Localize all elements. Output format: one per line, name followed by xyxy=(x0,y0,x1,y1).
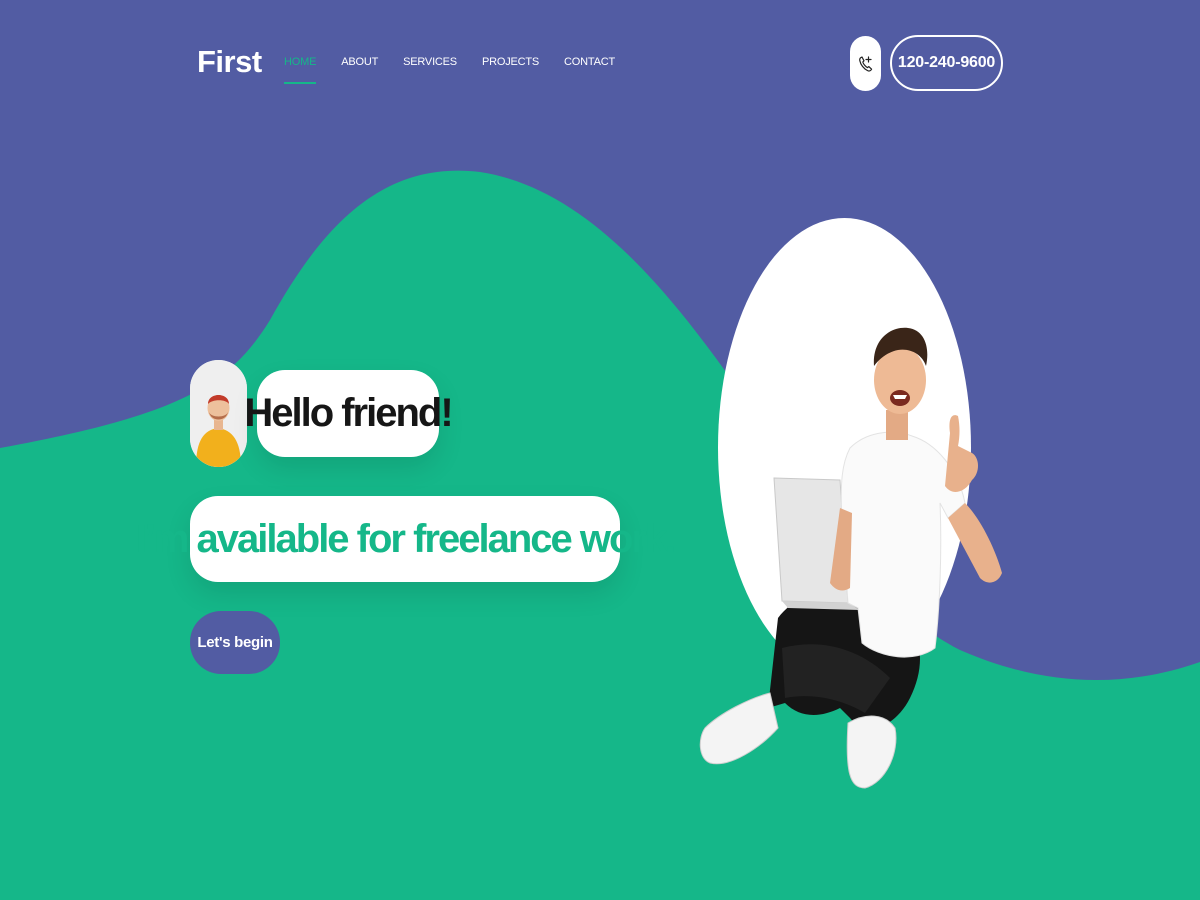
hero-person-illustration xyxy=(699,327,1002,789)
nav-item-services[interactable]: SERVICES xyxy=(403,56,457,68)
tagline-bubble: I’m available for freelance work. xyxy=(136,496,676,582)
greeting-bubble: Hello friend! xyxy=(244,370,454,457)
avatar-portrait xyxy=(190,360,247,467)
nav-item-home[interactable]: HOME xyxy=(284,56,317,84)
avatar xyxy=(190,360,247,467)
brand-logo[interactable]: First xyxy=(197,44,262,80)
phone-call-icon xyxy=(858,55,872,72)
lets-begin-button[interactable]: Let's begin xyxy=(190,611,280,674)
nav-item-contact[interactable]: CONTACT xyxy=(564,56,615,68)
hero-background xyxy=(0,0,1200,900)
nav-item-about[interactable]: ABOUT xyxy=(341,56,378,68)
phone-number-button[interactable]: 120-240-9600 xyxy=(890,35,1003,91)
nav-item-projects[interactable]: PROJECTS xyxy=(482,56,539,68)
main-nav: HOME ABOUT SERVICES PROJECTS CONTACT xyxy=(284,56,640,84)
call-button[interactable] xyxy=(850,36,881,91)
